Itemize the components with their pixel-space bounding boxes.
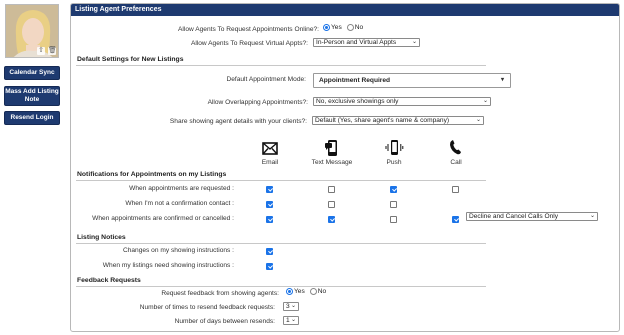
calendar-sync-button[interactable]: Calendar Sync [4,66,60,80]
virtual-appts-value: In-Person and Virtual Appts [316,39,397,46]
chevron-down-icon: ⌄ [589,213,595,219]
feedback-yes-label: Yes [294,288,305,295]
email-checkbox[interactable] [266,216,273,223]
left-sidebar: ⇧ 🗑 Calendar Sync Mass Add Listing Note … [0,0,64,335]
call-icon [450,140,461,155]
text-message-checkbox[interactable] [328,201,335,208]
trash-icon[interactable]: 🗑 [48,47,57,55]
resend-times-label: Number of times to resend feedback reque… [139,304,275,311]
feedback-no-radio[interactable] [309,288,317,295]
text-message-icon [325,140,337,156]
appointment-mode-label: Default Appointment Mode: [226,76,306,83]
notification-row-label: When appointments are confirmed or cance… [92,215,234,222]
overlapping-label: Allow Overlapping Appointments?: [207,99,308,106]
appointment-mode-value: Appointment Required [319,77,391,84]
email-checkbox[interactable] [266,186,273,193]
feedback-request-label: Request feedback from showing agents: [161,290,279,297]
resend-times-value: 3 [286,303,290,310]
overlapping-select[interactable]: No, exclusive showings only ⌄ [313,97,491,106]
instructions-changed-checkbox[interactable] [266,248,273,255]
days-between-label: Number of days between resends: [174,318,275,325]
divider [76,243,486,244]
channel-email-label: Email [261,159,279,166]
notifications-section-title: Notifications for Appointments on my Lis… [77,171,227,178]
preferences-panel: Listing Agent Preferences Allow Agents T… [70,3,620,332]
chevron-down-icon: ⌄ [475,117,481,123]
call-options-select[interactable]: Decline and Cancel Calls Only ⌄ [466,212,598,221]
share-details-label: Share showing agent details with your cl… [169,118,307,125]
call-options-value: Decline and Cancel Calls Only [469,213,559,220]
appointments-online-label: Allow Agents To Request Appointments Onl… [178,26,319,33]
divider [76,286,486,287]
appointments-online-yes-label: Yes [331,24,342,31]
chevron-down-icon: ⌄ [411,39,417,45]
chevron-down-icon: ⌄ [290,317,296,323]
panel-title: Listing Agent Preferences [71,4,619,16]
appointment-mode-select[interactable]: Appointment Required ▾ [313,73,511,88]
appointments-online-no-radio[interactable] [346,24,354,31]
avatar[interactable]: ⇧ 🗑 [5,4,59,58]
channel-text-message-label: Text Message [311,159,353,166]
feedback-yes-radio[interactable] [286,288,293,295]
notification-row-label: When appointments are requested : [129,185,234,192]
resend-times-select[interactable]: 3 ⌄ [283,302,299,311]
days-between-value: 1 [286,317,290,324]
push-checkbox[interactable] [390,201,397,208]
overlapping-value: No, exclusive showings only [316,98,399,105]
defaults-section-title: Default Settings for New Listings [77,56,184,63]
share-details-select[interactable]: Default (Yes, share agent's name & compa… [312,116,484,125]
appointments-online-no-label: No [354,24,364,31]
resend-login-button[interactable]: Resend Login [4,111,60,125]
mass-add-listing-note-button[interactable]: Mass Add Listing Note [4,86,60,106]
divider [76,65,486,66]
caret-down-icon: ▾ [500,77,504,83]
virtual-appts-label: Allow Agents To Request Virtual Appts?: [190,40,308,47]
chevron-down-icon: ⌄ [482,98,488,104]
share-details-value: Default (Yes, share agent's name & compa… [315,117,450,124]
feedback-section-title: Feedback Requests [77,277,141,284]
upload-icon[interactable]: ⇧ [37,47,45,55]
push-checkbox[interactable] [390,186,397,193]
email-icon [262,142,278,155]
virtual-appts-select[interactable]: In-Person and Virtual Appts ⌄ [313,38,420,47]
push-icon [385,140,404,155]
channel-call-label: Call [450,159,462,166]
feedback-no-label: No [317,288,327,295]
chevron-down-icon: ⌄ [290,303,296,309]
days-between-select[interactable]: 1 ⌄ [283,316,299,325]
appointments-online-yes-radio[interactable] [323,24,330,31]
notification-row-label: When I'm not a confirmation contact : [125,200,234,207]
appointments-online-radio-group: Yes No [323,24,366,31]
channel-push-label: Push [386,159,402,166]
feedback-request-radio-group: Yes No [286,288,329,295]
email-checkbox[interactable] [266,201,273,208]
call-checkbox[interactable] [452,216,459,223]
divider [76,180,486,181]
call-checkbox[interactable] [452,186,459,193]
text-message-checkbox[interactable] [328,216,335,223]
instructions-needed-checkbox[interactable] [266,263,273,270]
text-message-checkbox[interactable] [328,186,335,193]
push-checkbox[interactable] [390,216,397,223]
avatar-tools: ⇧ 🗑 [37,47,57,55]
listing-notices-section-title: Listing Notices [77,234,126,241]
listing-notice-label: When my listings need showing instructio… [102,262,234,269]
listing-notice-label: Changes on my showing instructions : [122,247,234,254]
